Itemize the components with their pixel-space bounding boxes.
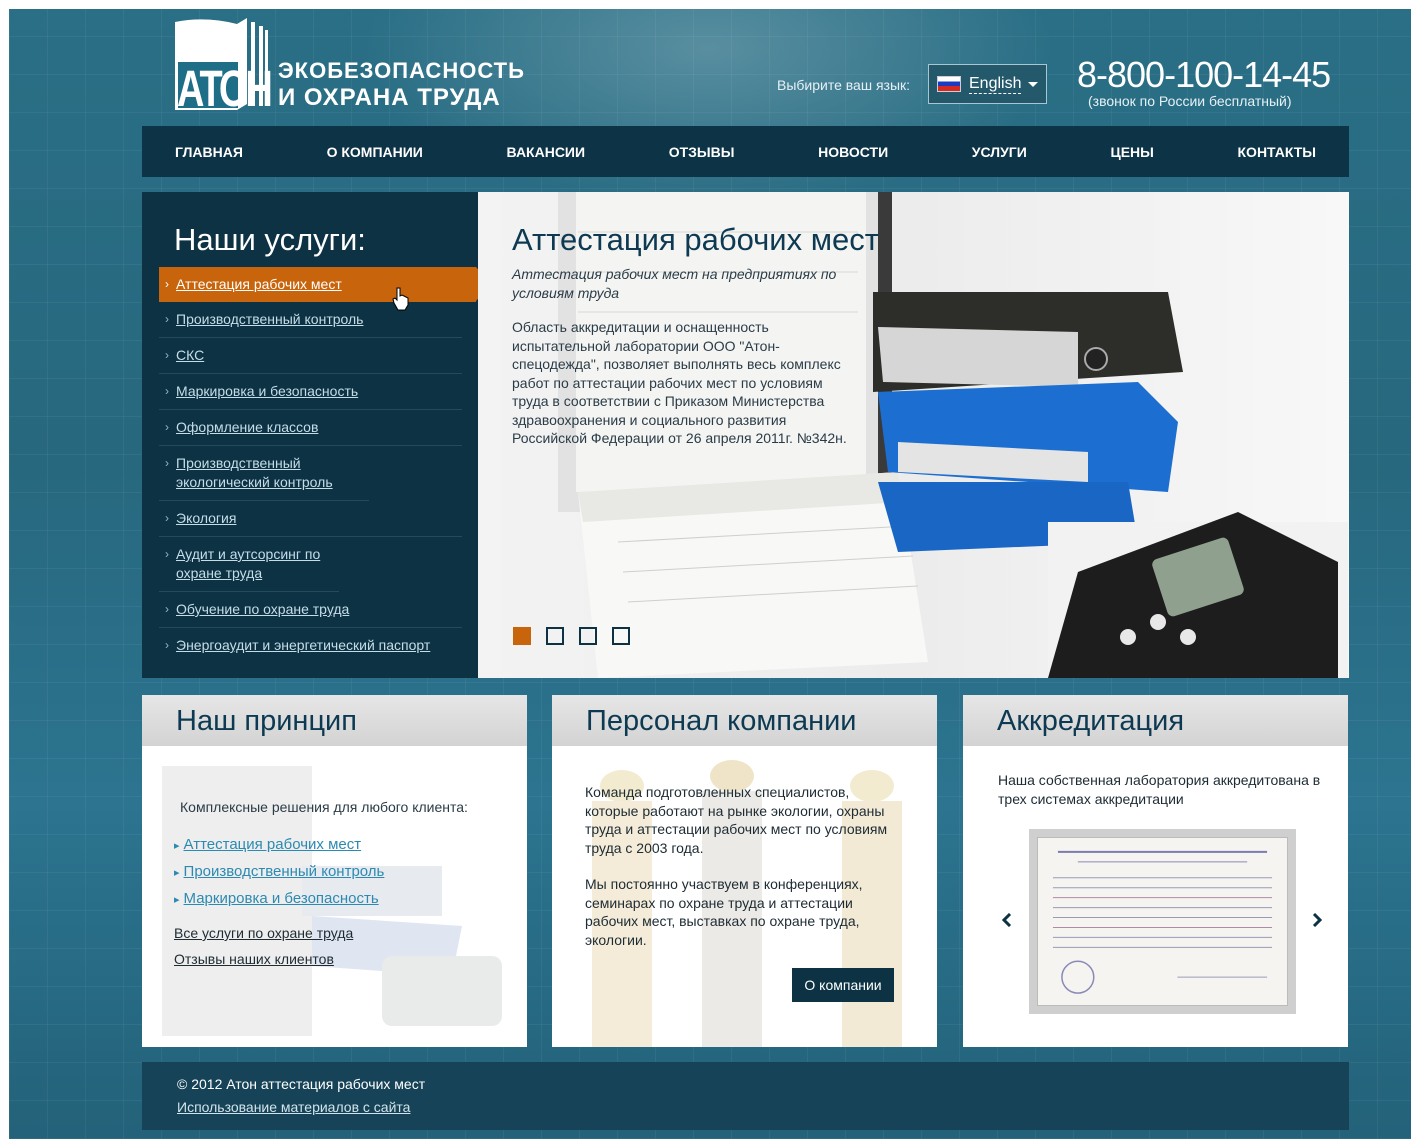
chevron-right-icon: › <box>165 602 169 616</box>
list-item: ▸ Аттестация рабочих мест <box>174 832 384 859</box>
bullet-arrow-icon: ▸ <box>174 840 180 852</box>
accreditation-card: Аккредитация Наша собственная лаборатори… <box>963 695 1348 1047</box>
staff-paragraph-1: Команда подготовленных специалистов, кот… <box>585 784 888 856</box>
russia-flag-icon <box>937 76 961 92</box>
service-item-training[interactable]: › Обучение по охране труда <box>159 592 462 628</box>
service-item-marking[interactable]: › Маркировка и безопасность <box>159 374 462 410</box>
chevron-right-icon: › <box>165 420 169 434</box>
service-item-label: Экология <box>176 510 237 526</box>
certificate-image[interactable] <box>1029 829 1296 1014</box>
materials-usage-link[interactable]: Использование материалов с сайта <box>177 1099 410 1115</box>
service-item-ecology[interactable]: › Экология <box>159 501 462 537</box>
principle-links: ▸ Аттестация рабочих мест ▸ Производственн… <box>174 832 384 913</box>
service-item-audit[interactable]: › Аудит и аутсорсинг по охране труда <box>159 537 339 592</box>
phone-number[interactable]: 8-800-100-14-45 <box>1077 54 1331 96</box>
principle-more-links: Все услуги по охране труда Отзывы наших … <box>174 920 353 972</box>
arrow-left-icon[interactable] <box>997 910 1017 930</box>
card-header: Наш принцип <box>142 695 527 746</box>
service-item-energy-audit[interactable]: › Энергоаудит и энергетический паспорт <box>159 628 462 663</box>
chevron-right-icon: › <box>165 277 169 291</box>
card-title: Персонал компании <box>586 705 857 737</box>
service-item-label: Производственный контроль <box>176 311 364 327</box>
language-select[interactable]: English <box>928 64 1047 104</box>
slider-dot-2[interactable] <box>546 627 564 645</box>
service-item-production-control[interactable]: › Производственный контроль <box>159 302 462 338</box>
service-item-label: Аттестация рабочих мест <box>176 276 342 292</box>
language-selected-value: English <box>969 74 1022 94</box>
hero-slider: Аттестация рабочих мест Аттестация рабоч… <box>478 192 1349 678</box>
service-item-label: Энергоаудит и энергетический паспорт <box>176 637 431 653</box>
service-item-eco-control[interactable]: › Производственный экологический контроль <box>159 446 369 501</box>
hand-cursor-icon <box>392 287 409 311</box>
card-title: Аккредитация <box>997 705 1185 737</box>
card-title: Наш принцип <box>176 705 357 737</box>
phone-note: (звонок по России бесплатный) <box>1088 93 1292 109</box>
service-item-attestation[interactable]: › Аттестация рабочих мест <box>159 267 491 302</box>
services-list: › Аттестация рабочих мест › Производственн… <box>159 267 491 663</box>
slider-dot-4[interactable] <box>612 627 630 645</box>
nav-about[interactable]: О КОМПАНИИ <box>327 144 423 160</box>
nav-news[interactable]: НОВОСТИ <box>818 144 888 160</box>
about-company-button[interactable]: О компании <box>792 968 894 1002</box>
nav-services[interactable]: УСЛУГИ <box>972 144 1027 160</box>
arrow-right-icon[interactable] <box>1307 910 1327 930</box>
hero-title: Аттестация рабочих мест <box>512 222 879 257</box>
slider-pagination <box>513 627 630 645</box>
bullet-arrow-icon: ▸ <box>174 894 180 906</box>
chevron-right-icon: › <box>165 384 169 398</box>
services-sidebar: Наши услуги: › Аттестация рабочих мест › П… <box>142 192 491 678</box>
staff-paragraph-2: Мы постоянно участвуем в конференциях, с… <box>585 876 863 948</box>
slider-dot-1[interactable] <box>513 627 531 645</box>
logo-mark-text: АТОН <box>177 61 273 118</box>
nav-home[interactable]: ГЛАВНАЯ <box>175 144 243 160</box>
list-item: ▸ Маркировка и безопасность <box>174 886 384 913</box>
chevron-down-icon <box>1028 81 1039 87</box>
copyright-text: © 2012 Атон аттестация рабочих мест <box>177 1076 426 1092</box>
main-nav: ГЛАВНАЯ О КОМПАНИИ ВАКАНСИИ ОТЗЫВЫ НОВОС… <box>142 126 1349 177</box>
card-header: Персонал компании <box>552 695 937 746</box>
principle-lead: Комплексные решения для любого клиента: <box>180 799 468 815</box>
service-item-label: Аудит и аутсорсинг по охране труда <box>176 546 321 581</box>
accreditation-text: Наша собственная лаборатория аккредитова… <box>998 772 1321 807</box>
nav-reviews[interactable]: ОТЗЫВЫ <box>669 144 735 160</box>
principle-link-marking[interactable]: Маркировка и безопасность <box>184 890 379 907</box>
principle-card: Наш принцип Комплексные решения для любо… <box>142 695 527 1047</box>
certificate-document-icon <box>1037 837 1288 1006</box>
service-item-label: Оформление классов <box>176 419 319 435</box>
footer: © 2012 Атон аттестация рабочих мест Испо… <box>142 1062 1349 1130</box>
list-item: ▸ Производственный контроль <box>174 859 384 886</box>
site-logo[interactable]: АТОН ЭКОБЕЗОПАСНОСТЬ И ОХРАНА ТРУДА <box>175 18 535 118</box>
chevron-right-icon: › <box>165 638 169 652</box>
chevron-right-icon: › <box>165 456 169 470</box>
logo-tagline-1: ЭКОБЕЗОПАСНОСТЬ <box>278 58 525 83</box>
slider-dot-3[interactable] <box>579 627 597 645</box>
staff-text: Команда подготовленных специалистов, кот… <box>585 783 905 949</box>
hero-description: Область аккредитации и оснащенность испы… <box>512 319 847 446</box>
principle-link-attestation[interactable]: Аттестация рабочих мест <box>184 836 362 853</box>
service-item-label: Маркировка и безопасность <box>176 383 359 399</box>
principle-link-production-control[interactable]: Производственный контроль <box>184 863 385 880</box>
service-item-classrooms[interactable]: › Оформление классов <box>159 410 462 446</box>
logo-tagline-2: И ОХРАНА ТРУДА <box>278 84 501 111</box>
service-item-label: Производственный экологический контроль <box>176 455 333 490</box>
card-header: Аккредитация <box>963 695 1348 746</box>
bullet-arrow-icon: ▸ <box>174 867 180 879</box>
service-item-label: СКС <box>176 347 205 363</box>
nav-vacancies[interactable]: ВАКАНСИИ <box>507 144 586 160</box>
hero-subtitle: Аттестация рабочих мест на предприятиях … <box>512 266 837 301</box>
nav-contacts[interactable]: КОНТАКТЫ <box>1238 144 1316 160</box>
services-title: Наши услуги: <box>174 222 366 257</box>
client-reviews-link[interactable]: Отзывы наших клиентов <box>174 946 353 972</box>
chevron-right-icon: › <box>165 348 169 362</box>
language-label: Выбирите ваш язык: <box>777 77 911 93</box>
staff-card: Персонал компании Команда подготовленных… <box>552 695 937 1047</box>
service-item-sks[interactable]: › СКС <box>159 338 462 374</box>
service-item-label: Обучение по охране труда <box>176 601 350 617</box>
chevron-right-icon: › <box>165 312 169 326</box>
nav-prices[interactable]: ЦЕНЫ <box>1110 144 1153 160</box>
chevron-right-icon: › <box>165 511 169 525</box>
all-services-link[interactable]: Все услуги по охране труда <box>174 920 353 946</box>
chevron-right-icon: › <box>165 547 169 561</box>
